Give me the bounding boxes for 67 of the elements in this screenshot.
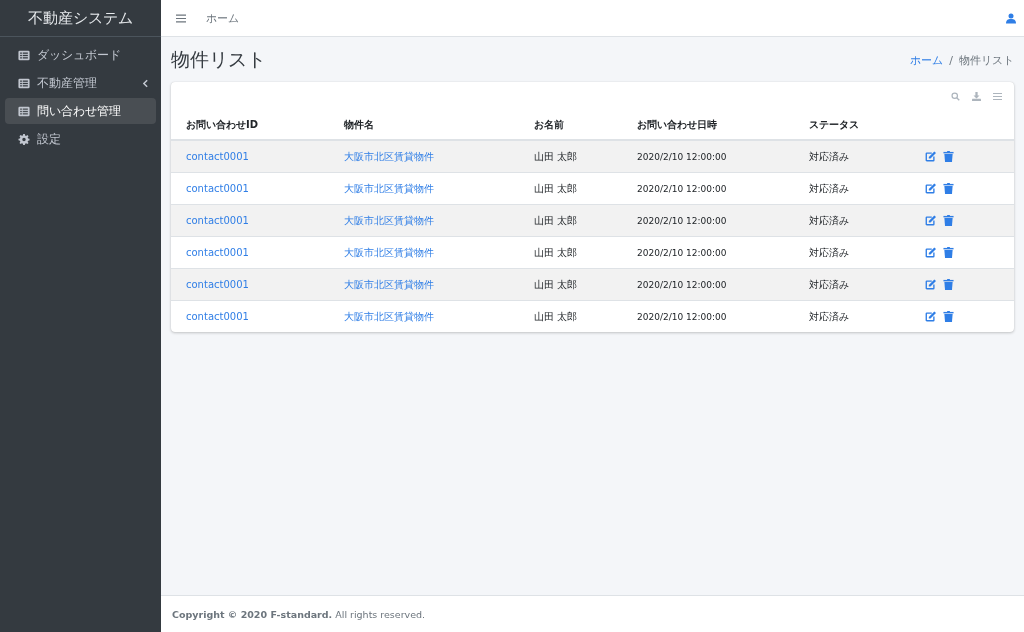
table-cell: 2020/2/10 12:00:00 xyxy=(637,184,727,194)
sidebar-item[interactable]: 不動産管理 xyxy=(5,70,156,96)
table-cell: 山田 太郎 xyxy=(534,246,578,258)
table-cell: 山田 太郎 xyxy=(534,310,578,322)
edit-icon[interactable] xyxy=(925,247,936,258)
column-header: 物件名 xyxy=(344,119,374,130)
trash-icon[interactable] xyxy=(943,311,954,322)
table-cell: 対応済み xyxy=(809,278,849,290)
table-cell: 対応済み xyxy=(809,246,849,258)
table-link[interactable]: contact0001 xyxy=(186,183,249,194)
column-header: お問い合わせID xyxy=(186,119,259,130)
download-icon[interactable] xyxy=(972,92,981,101)
table-cell: 2020/2/10 12:00:00 xyxy=(637,312,727,322)
edit-icon[interactable] xyxy=(925,311,936,322)
table-cell: 2020/2/10 12:00:00 xyxy=(637,248,727,258)
page-title: 物件リスト xyxy=(171,47,266,72)
list-icon xyxy=(18,49,30,61)
table-cell: 2020/2/10 12:00:00 xyxy=(637,280,727,290)
trash-icon[interactable] xyxy=(943,183,954,194)
table-link[interactable]: 大阪市北区賃貸物件 xyxy=(344,182,434,194)
edit-icon[interactable] xyxy=(925,279,936,290)
column-header: ステータス xyxy=(809,119,859,130)
edit-icon[interactable] xyxy=(925,151,936,162)
table-cell: 2020/2/10 12:00:00 xyxy=(637,152,727,162)
table-cell: 対応済み xyxy=(809,182,849,194)
table-cell: 山田 太郎 xyxy=(534,278,578,290)
table-cell: 対応済み xyxy=(809,150,849,162)
table-link[interactable]: 大阪市北区賃貸物件 xyxy=(344,150,434,162)
breadcrumb-separator: / xyxy=(949,53,953,67)
edit-icon[interactable] xyxy=(925,215,936,226)
table-cell: 山田 太郎 xyxy=(534,150,578,162)
edit-icon[interactable] xyxy=(925,183,936,194)
table-link[interactable]: 大阪市北区賃貸物件 xyxy=(344,214,434,226)
table-link[interactable]: contact0001 xyxy=(186,311,249,322)
trash-icon[interactable] xyxy=(943,247,954,258)
sidebar-item[interactable]: 設定 xyxy=(5,126,156,152)
table-cell: 山田 太郎 xyxy=(534,214,578,226)
column-header: お問い合わせ日時 xyxy=(637,119,717,130)
column-header: お名前 xyxy=(534,119,564,130)
table-link[interactable]: contact0001 xyxy=(186,151,249,162)
table-cell: 対応済み xyxy=(809,214,849,226)
table-link[interactable]: 大阪市北区賃貸物件 xyxy=(344,278,434,290)
breadcrumb-link[interactable]: ホーム xyxy=(910,52,944,68)
home-link[interactable]: ホーム xyxy=(206,10,986,26)
table-cell: 2020/2/10 12:00:00 xyxy=(637,216,727,226)
settings-icon xyxy=(18,133,30,145)
menu-icon[interactable] xyxy=(993,92,1002,101)
list-icon xyxy=(18,105,30,117)
trash-icon[interactable] xyxy=(943,151,954,162)
menu-icon[interactable] xyxy=(176,13,186,23)
breadcrumb-current: 物件リスト xyxy=(959,52,1014,68)
copyright-text: Copyright © 2020 F-standard. All rights reserved. xyxy=(172,608,426,620)
sidebar-item[interactable]: ダッシュボード xyxy=(5,42,156,68)
table-link[interactable]: contact0001 xyxy=(186,279,249,290)
table-link[interactable]: 大阪市北区賃貸物件 xyxy=(344,310,434,322)
table-cell: 対応済み xyxy=(809,310,849,322)
user-icon[interactable] xyxy=(1006,12,1016,24)
trash-icon[interactable] xyxy=(943,215,954,226)
table-link[interactable]: contact0001 xyxy=(186,247,249,258)
table-link[interactable]: 大阪市北区賃貸物件 xyxy=(344,246,434,258)
table-cell: 山田 太郎 xyxy=(534,182,578,194)
list-icon xyxy=(18,77,30,89)
table-link[interactable]: contact0001 xyxy=(186,215,249,226)
caret-icon xyxy=(143,78,148,88)
trash-icon[interactable] xyxy=(943,279,954,290)
search-icon[interactable] xyxy=(951,92,960,101)
sidebar-item[interactable]: 問い合わせ管理 xyxy=(5,98,156,124)
